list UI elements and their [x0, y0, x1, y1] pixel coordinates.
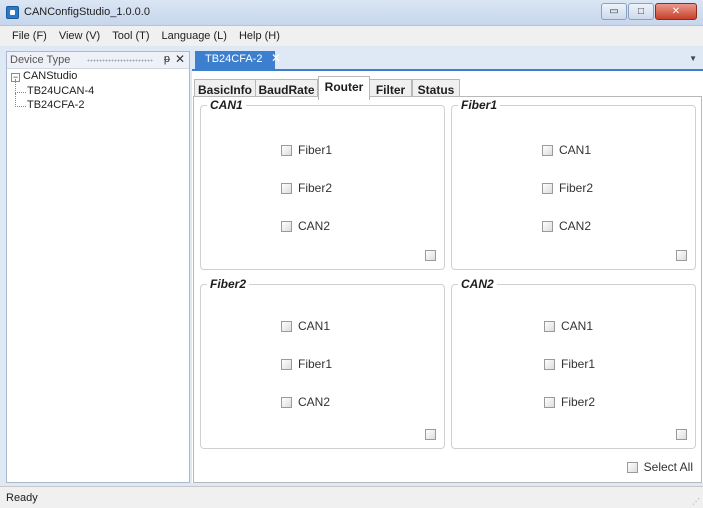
checkbox-label: CAN1	[298, 319, 331, 333]
tree-item-tb24cfa-2[interactable]: TB24CFA-2	[7, 93, 189, 113]
checkbox-label: CAN1	[561, 319, 594, 333]
group-can1-all-checkbox[interactable]	[425, 250, 436, 261]
checkbox-fiber2-fiber1[interactable]: Fiber1	[281, 357, 332, 371]
group-title: Fiber2	[207, 277, 250, 291]
menu-bar: File (F) View (V) Tool (T) Language (L) …	[0, 26, 703, 46]
menu-view[interactable]: View (V)	[53, 30, 106, 42]
pin-icon[interactable]: ᵽ	[164, 53, 170, 65]
checkbox-label: CAN2	[298, 395, 331, 409]
checkbox-fiber1-can1[interactable]: CAN1	[542, 143, 591, 157]
status-text: Ready	[6, 492, 38, 504]
group-fiber2: Fiber2 CAN1 Fiber1 CAN2	[200, 277, 445, 449]
close-button[interactable]: ✕	[655, 3, 697, 20]
tab-baudrate-label: BaudRate	[258, 83, 315, 97]
checkbox-label: Fiber2	[561, 395, 596, 409]
group-title: CAN1	[207, 98, 246, 112]
checkbox-label: CAN1	[559, 143, 592, 157]
checkbox-can1-can2[interactable]: CAN2	[281, 219, 330, 233]
tab-router-label: Router	[324, 80, 364, 94]
window-title: CANConfigStudio_1.0.0.0	[24, 6, 150, 18]
checkbox-fiber2-can1[interactable]: CAN1	[281, 319, 330, 333]
checkbox-label: Fiber2	[559, 181, 594, 195]
checkbox-box[interactable]	[281, 182, 292, 194]
checkbox-box[interactable]	[542, 220, 553, 232]
group-fiber1-all-checkbox[interactable]	[676, 250, 687, 261]
tab-router[interactable]: Router	[318, 76, 370, 100]
title-bar: CANConfigStudio_1.0.0.0 ▭ □ ✕	[0, 0, 703, 26]
select-all-checkbox[interactable]: Select All	[626, 460, 693, 474]
checkbox-box[interactable]	[281, 144, 292, 156]
checkbox-label: Fiber1	[298, 143, 333, 157]
menu-tool[interactable]: Tool (T)	[106, 30, 155, 42]
checkbox-box[interactable]	[542, 182, 553, 194]
checkbox-fiber2-can2[interactable]: CAN2	[281, 395, 330, 409]
document-tab-label: TB24CFA-2	[205, 53, 263, 65]
tab-close-icon[interactable]: ✕	[271, 51, 281, 65]
checkbox-label: CAN2	[559, 219, 592, 233]
group-fiber2-all-checkbox[interactable]	[425, 429, 436, 440]
tree-item-label: TB24CFA-2	[27, 99, 85, 111]
panel-close-icon[interactable]: ✕	[175, 52, 185, 66]
minimize-button[interactable]: ▭	[601, 3, 627, 20]
device-panel-title: Device Type	[10, 54, 71, 66]
checkbox-fiber1-fiber2[interactable]: Fiber2	[542, 181, 593, 195]
document-tab[interactable]: TB24CFA-2 ✕	[195, 51, 281, 69]
checkbox-can2-fiber2[interactable]: Fiber2	[544, 395, 595, 409]
window-controls: ▭ □ ✕	[601, 3, 697, 20]
checkbox-box[interactable]	[281, 358, 292, 370]
tab-filter-label: Filter	[375, 83, 406, 97]
checkbox-box[interactable]	[544, 358, 555, 370]
checkbox-label: Fiber1	[561, 357, 596, 371]
maximize-icon: □	[637, 6, 645, 17]
minimize-icon: ▭	[609, 6, 619, 17]
group-title: CAN2	[458, 277, 497, 291]
group-can2: CAN2 CAN1 Fiber1 Fiber2	[451, 277, 696, 449]
tree-root[interactable]: − CANStudio	[7, 70, 189, 85]
menu-help[interactable]: Help (H)	[233, 30, 286, 42]
resize-grip-icon[interactable]: ⋰	[692, 497, 700, 506]
checkbox-label: Fiber1	[298, 357, 333, 371]
checkbox-box[interactable]	[542, 144, 553, 156]
tree-item-tb24ucan-4[interactable]: TB24UCAN-4	[7, 79, 189, 99]
checkbox-can1-fiber1[interactable]: Fiber1	[281, 143, 332, 157]
tree-item-label: TB24UCAN-4	[27, 85, 95, 97]
checkbox-label: Fiber2	[298, 181, 333, 195]
document-tab-strip: TB24CFA-2 ✕ ▼	[192, 51, 703, 69]
checkbox-box[interactable]	[281, 320, 292, 332]
app-icon	[6, 6, 19, 19]
panel-grip[interactable]	[87, 59, 153, 62]
checkbox-label: CAN2	[298, 219, 331, 233]
checkbox-fiber1-can2[interactable]: CAN2	[542, 219, 591, 233]
tab-dropdown-icon[interactable]: ▼	[689, 54, 697, 63]
group-can1: CAN1 Fiber1 Fiber2 CAN2	[200, 98, 445, 270]
checkbox-box[interactable]	[281, 220, 292, 232]
menu-file[interactable]: File (F)	[6, 30, 53, 42]
checkbox-box[interactable]	[626, 461, 638, 473]
tree-root-label: CANStudio	[23, 70, 78, 82]
group-fiber1: Fiber1 CAN1 Fiber2 CAN2	[451, 98, 696, 270]
group-can2-all-checkbox[interactable]	[676, 429, 687, 440]
group-title: Fiber1	[458, 98, 501, 112]
device-panel-header[interactable]: Device Type ᵽ ✕	[7, 52, 189, 69]
maximize-button[interactable]: □	[628, 3, 654, 20]
checkbox-can2-fiber1[interactable]: Fiber1	[544, 357, 595, 371]
device-tree: − CANStudio TB24UCAN-4 TB24CFA-2	[7, 69, 189, 113]
checkbox-box[interactable]	[281, 396, 292, 408]
menu-language[interactable]: Language (L)	[155, 30, 232, 42]
tab-status-label: Status	[417, 83, 455, 97]
tab-basicinfo-label: BasicInfo	[197, 83, 252, 97]
checkbox-can1-fiber2[interactable]: Fiber2	[281, 181, 332, 195]
select-all-label: Select All	[643, 460, 693, 474]
checkbox-box[interactable]	[544, 396, 555, 408]
document-content: BasicInfo BaudRate Router Filter Status …	[192, 71, 703, 483]
checkbox-can2-can1[interactable]: CAN1	[544, 319, 593, 333]
status-bar: Ready ⋰	[0, 486, 703, 508]
close-icon: ✕	[671, 6, 681, 17]
device-type-panel: Device Type ᵽ ✕ − CANStudio TB24UCAN-4 T…	[6, 51, 190, 483]
router-tab-panel: CAN1 Fiber1 Fiber2 CAN2 Fiber1 CAN1 Fibe…	[193, 96, 702, 483]
checkbox-box[interactable]	[544, 320, 555, 332]
